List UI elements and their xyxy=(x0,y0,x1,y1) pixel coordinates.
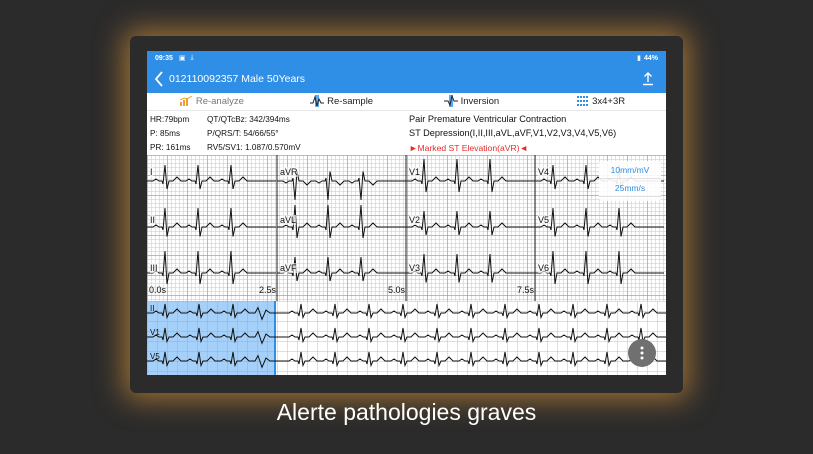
reanalyze-button[interactable]: Re-analyze xyxy=(147,93,277,110)
ecg-trace-i xyxy=(147,164,276,190)
battery-level: 44% xyxy=(643,54,658,62)
more-vertical-icon xyxy=(640,346,644,360)
app-header: 012110092357 Male 50Years xyxy=(147,65,666,93)
measurement-panel: HR:79bpm P: 85ms PR: 161ms QT/QTcBz: 342… xyxy=(147,111,666,155)
rhythm-waveforms xyxy=(147,303,666,369)
status-bar: 09:35 ▣ ⤓ ▮ 44% xyxy=(147,51,666,65)
back-arrow-icon[interactable] xyxy=(149,65,169,93)
resample-label: Re-sample xyxy=(327,96,374,107)
inversion-button[interactable]: Inversion xyxy=(407,93,537,110)
pqrst-value: P/QRS/T: 54/66/55° xyxy=(207,129,279,138)
layout-label: 3x4+3R xyxy=(592,96,626,107)
status-time: 09:35 xyxy=(155,54,173,62)
rhythm-label-ii: II xyxy=(150,304,155,313)
promo-caption: Alerte pathologies graves xyxy=(276,399,537,425)
reanalyze-label: Re-analyze xyxy=(195,96,244,107)
time-mark-0: 0.0s xyxy=(149,285,167,295)
lead-label-ii: II xyxy=(150,215,156,225)
ecg-waveforms xyxy=(147,155,664,301)
lead-label-iii: III xyxy=(150,263,158,273)
ecg-trace-avl xyxy=(277,204,406,239)
resample-button[interactable]: Re-sample xyxy=(277,93,407,110)
diagnosis-line-2: ST Depression(I,II,III,aVL,aVF,V1,V2,V3,… xyxy=(409,128,617,138)
lead-label-v6: V6 xyxy=(538,263,550,273)
rhythm-label-v1: V1 xyxy=(150,328,160,337)
inversion-wave-icon xyxy=(443,93,458,109)
rhythm-trace-1 xyxy=(147,327,666,345)
rv5sv1-value: RV5/SV1: 1.087/0.570mV xyxy=(207,143,301,152)
lead-label-v1: V1 xyxy=(409,167,421,177)
grid-layout-icon xyxy=(577,95,589,108)
inversion-label: Inversion xyxy=(460,96,500,107)
scale-settings: 10mm/mV 25mm/s xyxy=(599,161,661,201)
ecg-trace-v5 xyxy=(535,207,664,237)
time-mark-3: 7.5s xyxy=(517,285,535,295)
ecg-12-lead-view[interactable]: I aVR V1 V4 II aVL V2 V5 III aVF V3 V6 0… xyxy=(147,155,666,301)
p-value: P: 85ms xyxy=(150,129,181,138)
lead-label-v2: V2 xyxy=(409,215,421,225)
battery-icon: ▮ xyxy=(637,55,641,62)
resample-wave-icon xyxy=(310,94,325,109)
lead-label-avf: aVF xyxy=(280,263,297,273)
ecg-trace-ii xyxy=(147,207,276,237)
lead-label-v5: V5 xyxy=(538,215,550,225)
ecg-trace-v2 xyxy=(406,210,535,236)
diagnosis-alert: ►Marked ST Elevation(aVR)◄ xyxy=(409,143,529,153)
page-title: 012110092357 Male 50Years xyxy=(169,73,306,85)
time-mark-1: 2.5s xyxy=(259,285,277,295)
status-right: ▮ 44% xyxy=(637,54,658,63)
lead-label-avr: aVR xyxy=(280,167,298,177)
pr-value: PR: 161ms xyxy=(150,143,191,152)
ecg-trace-iii xyxy=(147,250,276,285)
analyze-chart-icon xyxy=(179,95,193,108)
qt-value: QT/QTcBz: 342/394ms xyxy=(207,115,290,124)
more-options-button[interactable] xyxy=(628,339,656,367)
lead-label-v3: V3 xyxy=(409,263,421,273)
rhythm-trace-0 xyxy=(147,303,666,321)
download-notification-icon: ⤓ xyxy=(190,54,194,61)
time-mark-2: 5.0s xyxy=(388,285,406,295)
image-notification-icon: ▣ xyxy=(178,55,186,62)
gain-setting[interactable]: 10mm/mV xyxy=(599,161,661,179)
rhythm-trace-2 xyxy=(147,351,666,369)
speed-setting[interactable]: 25mm/s xyxy=(599,179,661,197)
ecg-rhythm-strip[interactable]: II V1 V5 xyxy=(147,301,666,375)
lead-label-i: I xyxy=(150,167,153,177)
rhythm-label-v5: V5 xyxy=(150,352,160,361)
lead-label-avl: aVL xyxy=(280,215,297,225)
ecg-trace-v6 xyxy=(535,250,664,285)
device-screen: 09:35 ▣ ⤓ ▮ 44% 012110092357 Male 50Year… xyxy=(147,51,666,375)
ecg-trace-v1 xyxy=(406,158,535,193)
diagnosis-line-1: Pair Premature Ventricular Contraction xyxy=(409,114,567,124)
ecg-trace-v3 xyxy=(406,253,535,283)
layout-button[interactable]: 3x4+3R xyxy=(536,93,666,110)
hr-value: HR:79bpm xyxy=(150,115,190,124)
share-icon[interactable] xyxy=(640,71,656,87)
lead-label-v4: V4 xyxy=(538,167,550,177)
toolbar: Re-analyze Re-sample Inversion 3x4+3R xyxy=(147,93,666,111)
